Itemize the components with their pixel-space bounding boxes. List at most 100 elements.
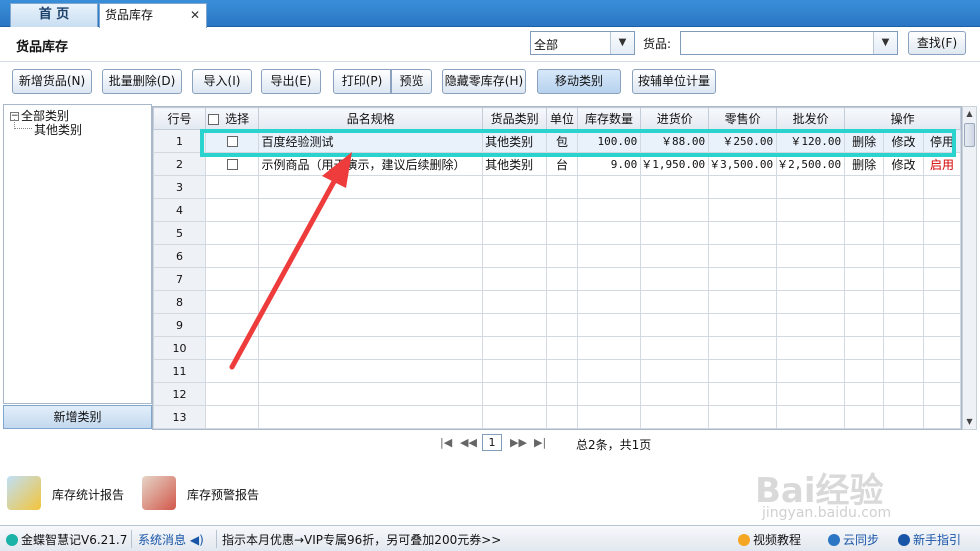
system-messages-label: 系统消息 (138, 533, 187, 547)
table-row: 3 (153, 175, 961, 199)
table-row: 11 (153, 359, 961, 383)
batch-delete-button[interactable]: 批量删除(D) (102, 69, 182, 94)
table-row: 10 (153, 336, 961, 360)
prev-page-icon[interactable]: ◀◀ (460, 436, 477, 449)
page-header: 货品库存 全部 ▼ 货品: ▼ 查找(F) (0, 28, 980, 62)
row-number: 1 (153, 129, 207, 153)
tree-connector (14, 119, 32, 129)
next-page-icon[interactable]: ▶▶ (510, 436, 527, 449)
category-tree: − 全部类别 其他类别 (3, 104, 152, 404)
col-buy-price: 进货价 (640, 107, 710, 130)
row-number: 13 (153, 405, 207, 429)
table-row: 12 (153, 382, 961, 406)
row-number: 12 (153, 382, 207, 406)
row-select-cell[interactable] (205, 129, 260, 153)
stock-stats-report-label: 库存统计报告 (52, 488, 125, 502)
inventory-table: 行号 选择 品名规格 货品类别 单位 库存数量 进货价 零售价 批发价 操作 1… (153, 107, 961, 429)
col-category: 货品类别 (482, 107, 548, 130)
select-all-checkbox[interactable] (208, 114, 220, 125)
coins-icon (7, 476, 41, 510)
chevron-down-icon[interactable]: ▼ (873, 32, 897, 54)
col-quantity: 库存数量 (576, 107, 642, 130)
cloud-sync-label: 云同步 (843, 533, 880, 547)
speaker-icon: ◀) (189, 533, 204, 547)
move-category-button[interactable]: 移动类别 (537, 69, 621, 94)
row-number: 10 (153, 336, 207, 360)
warning-box-icon (142, 476, 176, 510)
row-checkbox[interactable] (226, 136, 238, 147)
aux-unit-button[interactable]: 按辅单位计量 (632, 69, 716, 94)
table-row[interactable]: 1 百度经验测试 其他类别 包 100.00 ￥88.00 ￥250.00 ￥1… (153, 129, 961, 153)
scroll-down-icon[interactable]: ▼ (963, 415, 976, 429)
goods-label: 货品: (643, 37, 672, 51)
inventory-grid: 行号 选择 品名规格 货品类别 单位 库存数量 进货价 零售价 批发价 操作 1… (152, 106, 962, 430)
table-row: 6 (153, 244, 961, 268)
divider (216, 530, 217, 548)
scroll-up-icon[interactable]: ▲ (963, 107, 976, 121)
system-messages-link[interactable]: 系统消息 ◀) (138, 531, 204, 548)
tab-inventory[interactable]: 货品库存 ✕ (99, 3, 207, 28)
edit-link[interactable]: 修改 (883, 152, 924, 176)
table-row: 9 (153, 313, 961, 337)
row-checkbox[interactable] (226, 159, 238, 170)
row-number: 8 (153, 290, 207, 314)
row-number: 2 (153, 152, 207, 176)
table-header: 行号 选择 品名规格 货品类别 单位 库存数量 进货价 零售价 批发价 操作 (153, 107, 961, 130)
col-actions: 操作 (844, 107, 961, 130)
page-number-input[interactable]: 1 (482, 434, 502, 451)
col-unit: 单位 (546, 107, 578, 130)
table-row[interactable]: 2 示例商品（用于演示，建议后续删除） 其他类别 台 9.00 ￥1,950.0… (153, 152, 961, 176)
enable-link[interactable]: 启用 (922, 152, 961, 176)
cloud-sync-link[interactable]: 云同步 (828, 531, 879, 548)
pager: |◀ ◀◀ 1 ▶▶ ▶| 总2条，共1页 (440, 434, 740, 454)
col-wholesale-price: 批发价 (776, 107, 846, 130)
cell-quantity: 9.00 (576, 152, 642, 176)
cell-buy-price: ￥88.00 (640, 129, 710, 153)
cell-wholesale-price: ￥2,500.00 (776, 152, 846, 176)
row-number: 7 (153, 267, 207, 291)
video-tutorial-link[interactable]: 视频教程 (738, 531, 801, 548)
cell-name: 百度经验测试 (258, 129, 484, 153)
disable-link[interactable]: 停用 (922, 129, 961, 153)
delete-link[interactable]: 删除 (844, 152, 885, 176)
video-tutorial-label: 视频教程 (753, 533, 802, 547)
close-icon[interactable]: ✕ (190, 4, 200, 26)
edit-link[interactable]: 修改 (883, 129, 924, 153)
find-button[interactable]: 查找(F) (908, 31, 966, 55)
category-select-value: 全部 (534, 38, 559, 52)
scroll-thumb[interactable] (964, 123, 975, 147)
print-button[interactable]: 打印(P) (333, 69, 391, 94)
goods-search-input[interactable]: ▼ (680, 31, 898, 55)
table-row: 4 (153, 198, 961, 222)
cell-unit: 包 (546, 129, 578, 153)
category-select[interactable]: 全部 ▼ (530, 31, 635, 55)
chevron-down-icon[interactable]: ▼ (610, 32, 634, 54)
row-select-cell[interactable] (205, 152, 260, 176)
guide-link[interactable]: 新手指引 (898, 531, 961, 548)
hide-zero-stock-button[interactable]: 隐藏零库存(H) (442, 69, 526, 94)
grid-scrollbar[interactable]: ▲ ▼ (962, 106, 977, 430)
stock-stats-report[interactable]: 库存统计报告 (7, 476, 127, 512)
page-title: 货品库存 (16, 40, 69, 55)
promo-marquee[interactable]: 指示本月优惠→VIP专属96折，另可叠加200元券>> (222, 531, 501, 548)
tab-home[interactable]: 首 页 (10, 3, 98, 27)
stock-warning-report[interactable]: 库存预警报告 (142, 476, 262, 512)
first-page-icon[interactable]: |◀ (440, 436, 452, 449)
app-logo-icon (6, 534, 18, 546)
sync-icon (828, 534, 840, 546)
col-row-number: 行号 (153, 107, 207, 130)
toolbar: 新增货品(N) 批量删除(D) 导入(I) 导出(E) 打印(P) 预览 隐藏零… (0, 66, 980, 100)
export-button[interactable]: 导出(E) (261, 69, 321, 94)
col-select-label: 选择 (225, 112, 250, 126)
preview-button[interactable]: 预览 (391, 69, 432, 94)
row-number: 4 (153, 198, 207, 222)
last-page-icon[interactable]: ▶| (534, 436, 546, 449)
col-select[interactable]: 选择 (205, 107, 260, 130)
tree-item-other[interactable]: 其他类别 (34, 121, 82, 138)
tab-bar: 首 页 货品库存 ✕ (0, 0, 980, 28)
delete-link[interactable]: 删除 (844, 129, 885, 153)
import-button[interactable]: 导入(I) (192, 69, 252, 94)
add-category-button[interactable]: 新增类别 (3, 405, 152, 429)
add-goods-button[interactable]: 新增货品(N) (12, 69, 92, 94)
table-row: 5 (153, 221, 961, 245)
